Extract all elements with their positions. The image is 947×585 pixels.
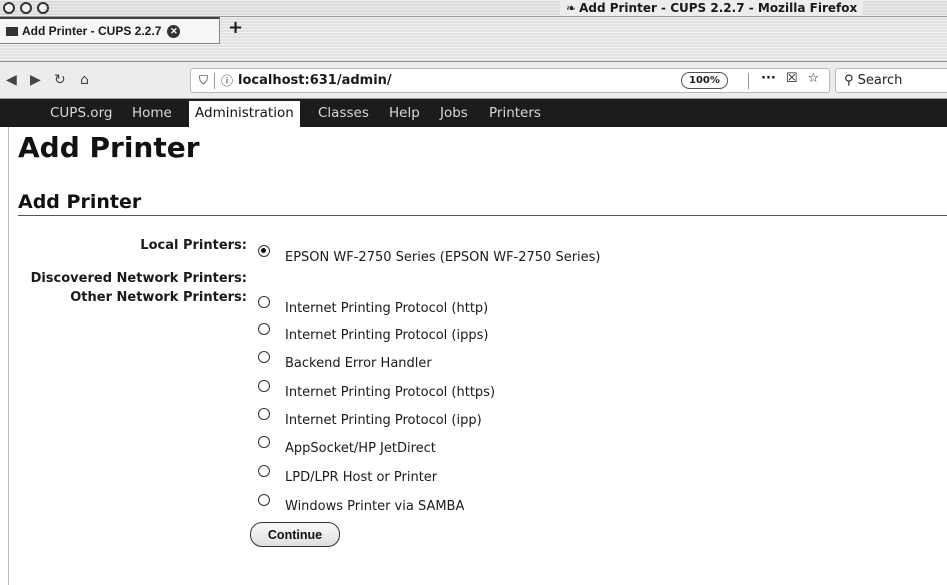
window-title: ❧ Add Printer - CUPS 2.2.7 - Mozilla Fire…	[560, 1, 864, 15]
window-title-text: Add Printer - CUPS 2.2.7 - Mozilla Firef…	[579, 1, 858, 15]
zoom-level-badge[interactable]: 100%	[681, 72, 728, 89]
nav-link-printers[interactable]: Printers	[489, 99, 541, 127]
printer-option-appsocket[interactable]: AppSocket/HP JetDirect	[258, 436, 436, 456]
url-bar[interactable]: ⛉ ⓘ localhost:631/admin/ 100% ··· ☒ ☆	[190, 68, 830, 93]
printer-option-label[interactable]: Internet Printing Protocol (https)	[285, 385, 495, 400]
nav-link-cups-org[interactable]: CUPS.org	[50, 99, 112, 127]
printer-option-label[interactable]: Backend Error Handler	[285, 356, 432, 371]
discovered-network-printers-label: Discovered Network Printers:	[30, 271, 247, 286]
bookmark-star-icon[interactable]: ☆	[807, 71, 819, 86]
printer-option-ipp-https[interactable]: Internet Printing Protocol (https)	[258, 380, 495, 400]
window-controls	[3, 2, 49, 14]
search-input[interactable]: ⚲ Search	[835, 68, 947, 93]
printer-option-lpd[interactable]: LPD/LPR Host or Printer	[258, 465, 437, 485]
printer-option-label[interactable]: Internet Printing Protocol (http)	[285, 301, 488, 316]
site-info-icon[interactable]: ⓘ	[221, 72, 233, 89]
other-network-printers-label: Other Network Printers:	[70, 290, 247, 305]
printer-option-ipp-http[interactable]: Internet Printing Protocol (http)	[258, 296, 488, 316]
radio-button[interactable]	[258, 408, 270, 420]
page-actions-icon[interactable]: ···	[761, 71, 776, 86]
url-text[interactable]: localhost:631/admin/	[238, 73, 392, 88]
navigation-toolbar: ◀ ▶ ↻ ⌂ ⛉ ⓘ localhost:631/admin/ 100% ··…	[0, 62, 947, 99]
printer-option-label[interactable]: LPD/LPR Host or Printer	[285, 470, 437, 485]
radio-button[interactable]	[258, 436, 270, 448]
radio-button[interactable]	[258, 351, 270, 363]
printer-option-label[interactable]: AppSocket/HP JetDirect	[285, 441, 436, 456]
printer-option-samba[interactable]: Windows Printer via SAMBA	[258, 494, 464, 514]
radio-button-selected[interactable]	[258, 245, 270, 257]
forward-icon[interactable]: ▶	[30, 72, 41, 88]
url-actions: ··· ☒ ☆	[761, 71, 819, 86]
printer-option-ipp[interactable]: Internet Printing Protocol (ipp)	[258, 408, 482, 428]
url-divider	[214, 72, 216, 89]
radio-button[interactable]	[258, 380, 270, 392]
nav-link-classes[interactable]: Classes	[318, 99, 369, 127]
radio-button[interactable]	[258, 465, 270, 477]
back-icon[interactable]: ◀	[6, 72, 17, 88]
cups-navigation: CUPS.org Home Administration Classes Hel…	[0, 99, 947, 127]
printer-option-backend-error-handler[interactable]: Backend Error Handler	[258, 351, 432, 371]
pocket-icon[interactable]: ☒	[786, 71, 798, 86]
printer-option-label[interactable]: Internet Printing Protocol (ipp)	[285, 413, 482, 428]
minimize-window-button[interactable]	[20, 2, 32, 14]
firefox-icon: ❧	[566, 1, 577, 15]
section-divider	[18, 215, 947, 216]
radio-button[interactable]	[258, 296, 270, 308]
cups-favicon-icon	[6, 26, 18, 36]
printer-option-label[interactable]: Windows Printer via SAMBA	[285, 499, 464, 514]
page-title: Add Printer	[18, 131, 200, 164]
search-icon: ⚲	[844, 73, 854, 88]
new-tab-button[interactable]: +	[228, 19, 243, 37]
home-icon[interactable]: ⌂	[80, 72, 89, 88]
continue-button[interactable]: Continue	[250, 522, 340, 547]
tracking-shield-icon[interactable]: ⛉	[199, 73, 208, 88]
nav-link-administration[interactable]: Administration	[189, 101, 300, 127]
tab-add-printer[interactable]: Add Printer - CUPS 2.2.7 ✕	[0, 17, 220, 44]
reload-icon[interactable]: ↻	[54, 72, 66, 88]
printer-option-epson[interactable]: EPSON WF-2750 Series (EPSON WF-2750 Seri…	[258, 245, 601, 265]
search-placeholder: Search	[857, 73, 903, 88]
maximize-window-button[interactable]	[37, 2, 49, 14]
nav-link-home[interactable]: Home	[132, 99, 172, 127]
printer-option-label[interactable]: Internet Printing Protocol (ipps)	[285, 328, 488, 343]
printer-option-ipp-ipps[interactable]: Internet Printing Protocol (ipps)	[258, 323, 488, 343]
nav-link-help[interactable]: Help	[389, 99, 420, 127]
local-printers-label: Local Printers:	[140, 238, 247, 253]
tab-label: Add Printer - CUPS 2.2.7	[22, 24, 162, 38]
window-title-bar: ❧ Add Printer - CUPS 2.2.7 - Mozilla Fire…	[0, 0, 947, 17]
close-tab-icon[interactable]: ✕	[167, 24, 181, 38]
printer-option-label[interactable]: EPSON WF-2750 Series (EPSON WF-2750 Seri…	[285, 250, 601, 265]
tab-strip: Add Printer - CUPS 2.2.7 ✕ +	[0, 17, 947, 62]
radio-button[interactable]	[258, 494, 270, 506]
close-window-button[interactable]	[3, 2, 15, 14]
nav-link-jobs[interactable]: Jobs	[440, 99, 468, 127]
page-left-border	[8, 127, 9, 585]
radio-button[interactable]	[258, 323, 270, 335]
url-divider-2	[748, 73, 749, 89]
section-title: Add Printer	[18, 191, 142, 213]
